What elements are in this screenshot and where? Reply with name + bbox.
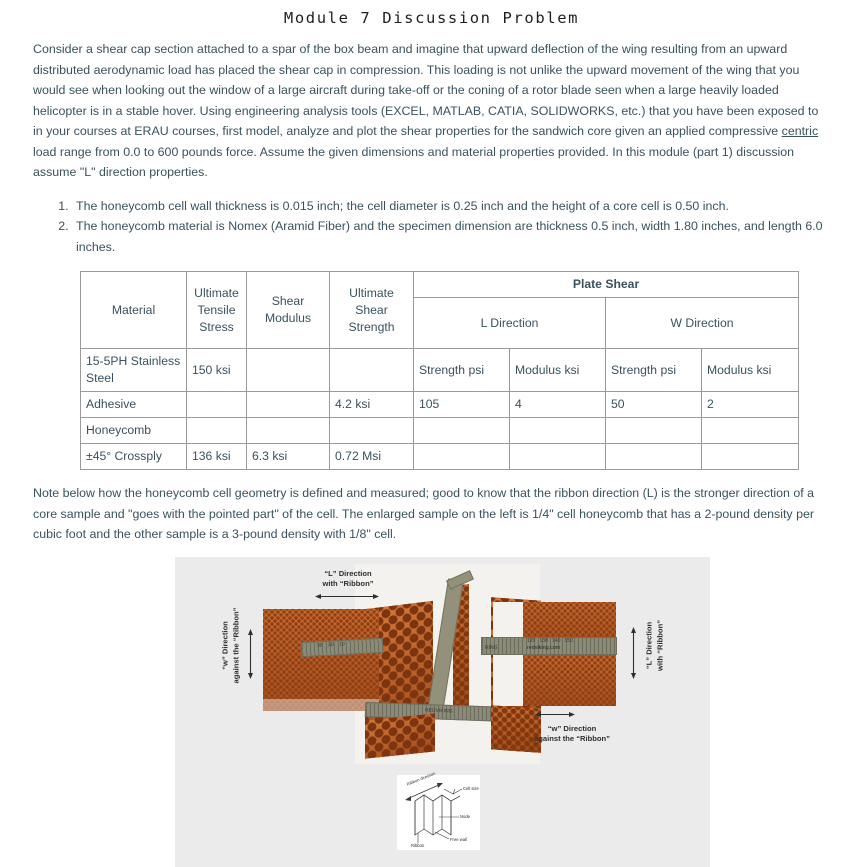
diagram-label-ribbon: Ribbon: [411, 842, 425, 848]
label-right-w-direction: “w” Direction against the “Ribbon”: [507, 724, 637, 745]
cell-empty: [605, 417, 702, 444]
label-left-w-line1: “w” Direction: [220, 620, 230, 670]
honeycomb-block-lower-center: [365, 712, 435, 759]
honeycomb-figure: 30 20 10 120 130 140 150 redviking.com R…: [175, 556, 710, 867]
table-row: Adhesive 4.2 ksi 105 4 50 2: [80, 391, 800, 418]
table-row-header-1: Material Ultimate Tensile Stress Shear M…: [80, 271, 800, 349]
diagram-label-cell-size: Cell size: [463, 785, 479, 791]
cell-uts: [186, 417, 247, 444]
table-row: ±45° Crossply 136 ksi 6.3 ksi 0.72 Msi: [80, 443, 800, 470]
th-ultimate-tensile-stress: Ultimate Tensile Stress: [186, 271, 247, 349]
cell-l-strength: [413, 443, 510, 470]
label-right-l-line2: with “Ribbon”: [655, 619, 664, 671]
cell-l-strength-header: Strength psi: [413, 348, 510, 392]
cell-empty: [700, 417, 800, 444]
arrow-right-w-direction-icon: [535, 711, 575, 717]
cell-shear-modulus: [246, 391, 330, 418]
ruler-right-marks: 120 130 140 150: [527, 637, 573, 644]
page-title: Module 7 Discussion Problem: [283, 9, 580, 27]
arrow-left-w-direction-icon: [248, 628, 253, 679]
note-paragraph: Note below how the honeycomb cell geomet…: [33, 486, 815, 541]
intro-text-part2: load range from 0.0 to 600 pounds force.…: [33, 144, 795, 180]
label-left-l-line1: “L” Direction: [324, 568, 372, 578]
cell-uss: 0.72 Msi: [329, 443, 414, 470]
ruler-left-marks: 30 20 10: [316, 640, 345, 649]
cell-geometry-diagram: Ribbon direction Cell size Node Free wal…: [397, 770, 480, 850]
cell-shear-modulus: [246, 417, 330, 444]
cell-l-modulus: 4: [509, 391, 606, 418]
intro-text-part1: Consider a shear cap section attached to…: [33, 42, 819, 138]
arrow-left-l-direction-icon: [315, 593, 379, 599]
arrow-right-l-direction-icon: [631, 626, 636, 679]
cell-w-strength: [605, 443, 702, 470]
label-right-w-line2: against the “Ribbon”: [534, 734, 610, 743]
cell-uts: 136 ksi: [186, 443, 247, 470]
cell-material: 15-5PH Stainless Steel: [80, 348, 187, 392]
diagram-label-node: Node: [460, 813, 471, 819]
th-l-direction: L Direction: [413, 297, 606, 349]
intro-underlined-centric: centric: [781, 124, 819, 138]
list-item: The honeycomb cell wall thickness is 0.0…: [72, 196, 863, 217]
label-right-w-line1: “w” Direction: [547, 723, 597, 733]
material-properties-table: Material Ultimate Tensile Stress Shear M…: [80, 271, 800, 470]
th-plate-shear: Plate Shear: [412, 271, 800, 298]
label-left-w-direction: “w” Direction against the “Ribbon”: [221, 582, 242, 708]
cell-w-strength: 50: [605, 391, 702, 418]
label-right-l-line1: “L” Direction: [644, 621, 654, 669]
cell-empty: [509, 417, 606, 444]
intro-paragraph: Consider a shear cap section attached to…: [33, 39, 831, 183]
cell-uss: [329, 348, 414, 392]
list-item: The honeycomb material is Nomex (Aramid …: [72, 216, 863, 257]
honeycomb-inset-left: [263, 608, 379, 711]
cell-material: Honeycomb: [80, 417, 187, 444]
th-ultimate-shear-strength: Ultimate Shear Strength: [329, 271, 414, 349]
table-row: 15-5PH Stainless Steel 150 ksi Strength …: [80, 348, 800, 392]
table-row: Honeycomb: [80, 417, 800, 444]
cell-w-modulus: 2: [700, 391, 800, 418]
ruler-ring-label: RING: [485, 644, 498, 651]
diagram-label-free-wall: Free wall: [450, 836, 467, 842]
cell-empty: [413, 417, 510, 444]
cell-w-strength-header: Strength psi: [605, 348, 702, 392]
th-material: Material: [80, 271, 187, 349]
th-w-direction: W Direction: [604, 297, 800, 349]
cell-uts: [186, 391, 247, 418]
cell-w-modulus: [700, 443, 800, 470]
cell-material: Adhesive: [80, 391, 187, 418]
document-page: Module 7 Discussion Problem Consider a s…: [0, 5, 863, 867]
label-left-l-line2: with “Ribbon”: [322, 579, 374, 588]
label-left-l-direction: “L” Direction with “Ribbon”: [293, 569, 403, 590]
cell-material: ±45° Crossply: [80, 443, 187, 470]
cell-l-modulus: [509, 443, 606, 470]
cell-uss: [329, 417, 414, 444]
properties-table-wrap: Material Ultimate Tensile Stress Shear M…: [0, 271, 863, 470]
honeycomb-inset-right-bottom: [520, 653, 616, 706]
label-left-w-line2: against the “Ribbon”: [231, 607, 240, 683]
th-shear-modulus: Shear Modulus: [246, 271, 330, 349]
cell-shear-modulus: 6.3 ksi: [246, 443, 330, 470]
cell-shear-modulus: [246, 348, 330, 392]
cell-l-strength: 105: [413, 391, 510, 418]
cell-uts: 150 ksi: [186, 348, 247, 392]
cell-l-modulus-header: Modulus ksi: [509, 348, 606, 392]
spec-list: The honeycomb cell wall thickness is 0.0…: [0, 196, 863, 258]
label-right-l-direction: “L” Direction with “Ribbon”: [645, 582, 666, 708]
inset-left-lower-strip: [263, 698, 379, 711]
cell-w-modulus-header: Modulus ksi: [700, 348, 800, 392]
ruler-brand-label: redviking.com: [527, 644, 561, 651]
cell-uss: 4.2 ksi: [329, 391, 414, 418]
